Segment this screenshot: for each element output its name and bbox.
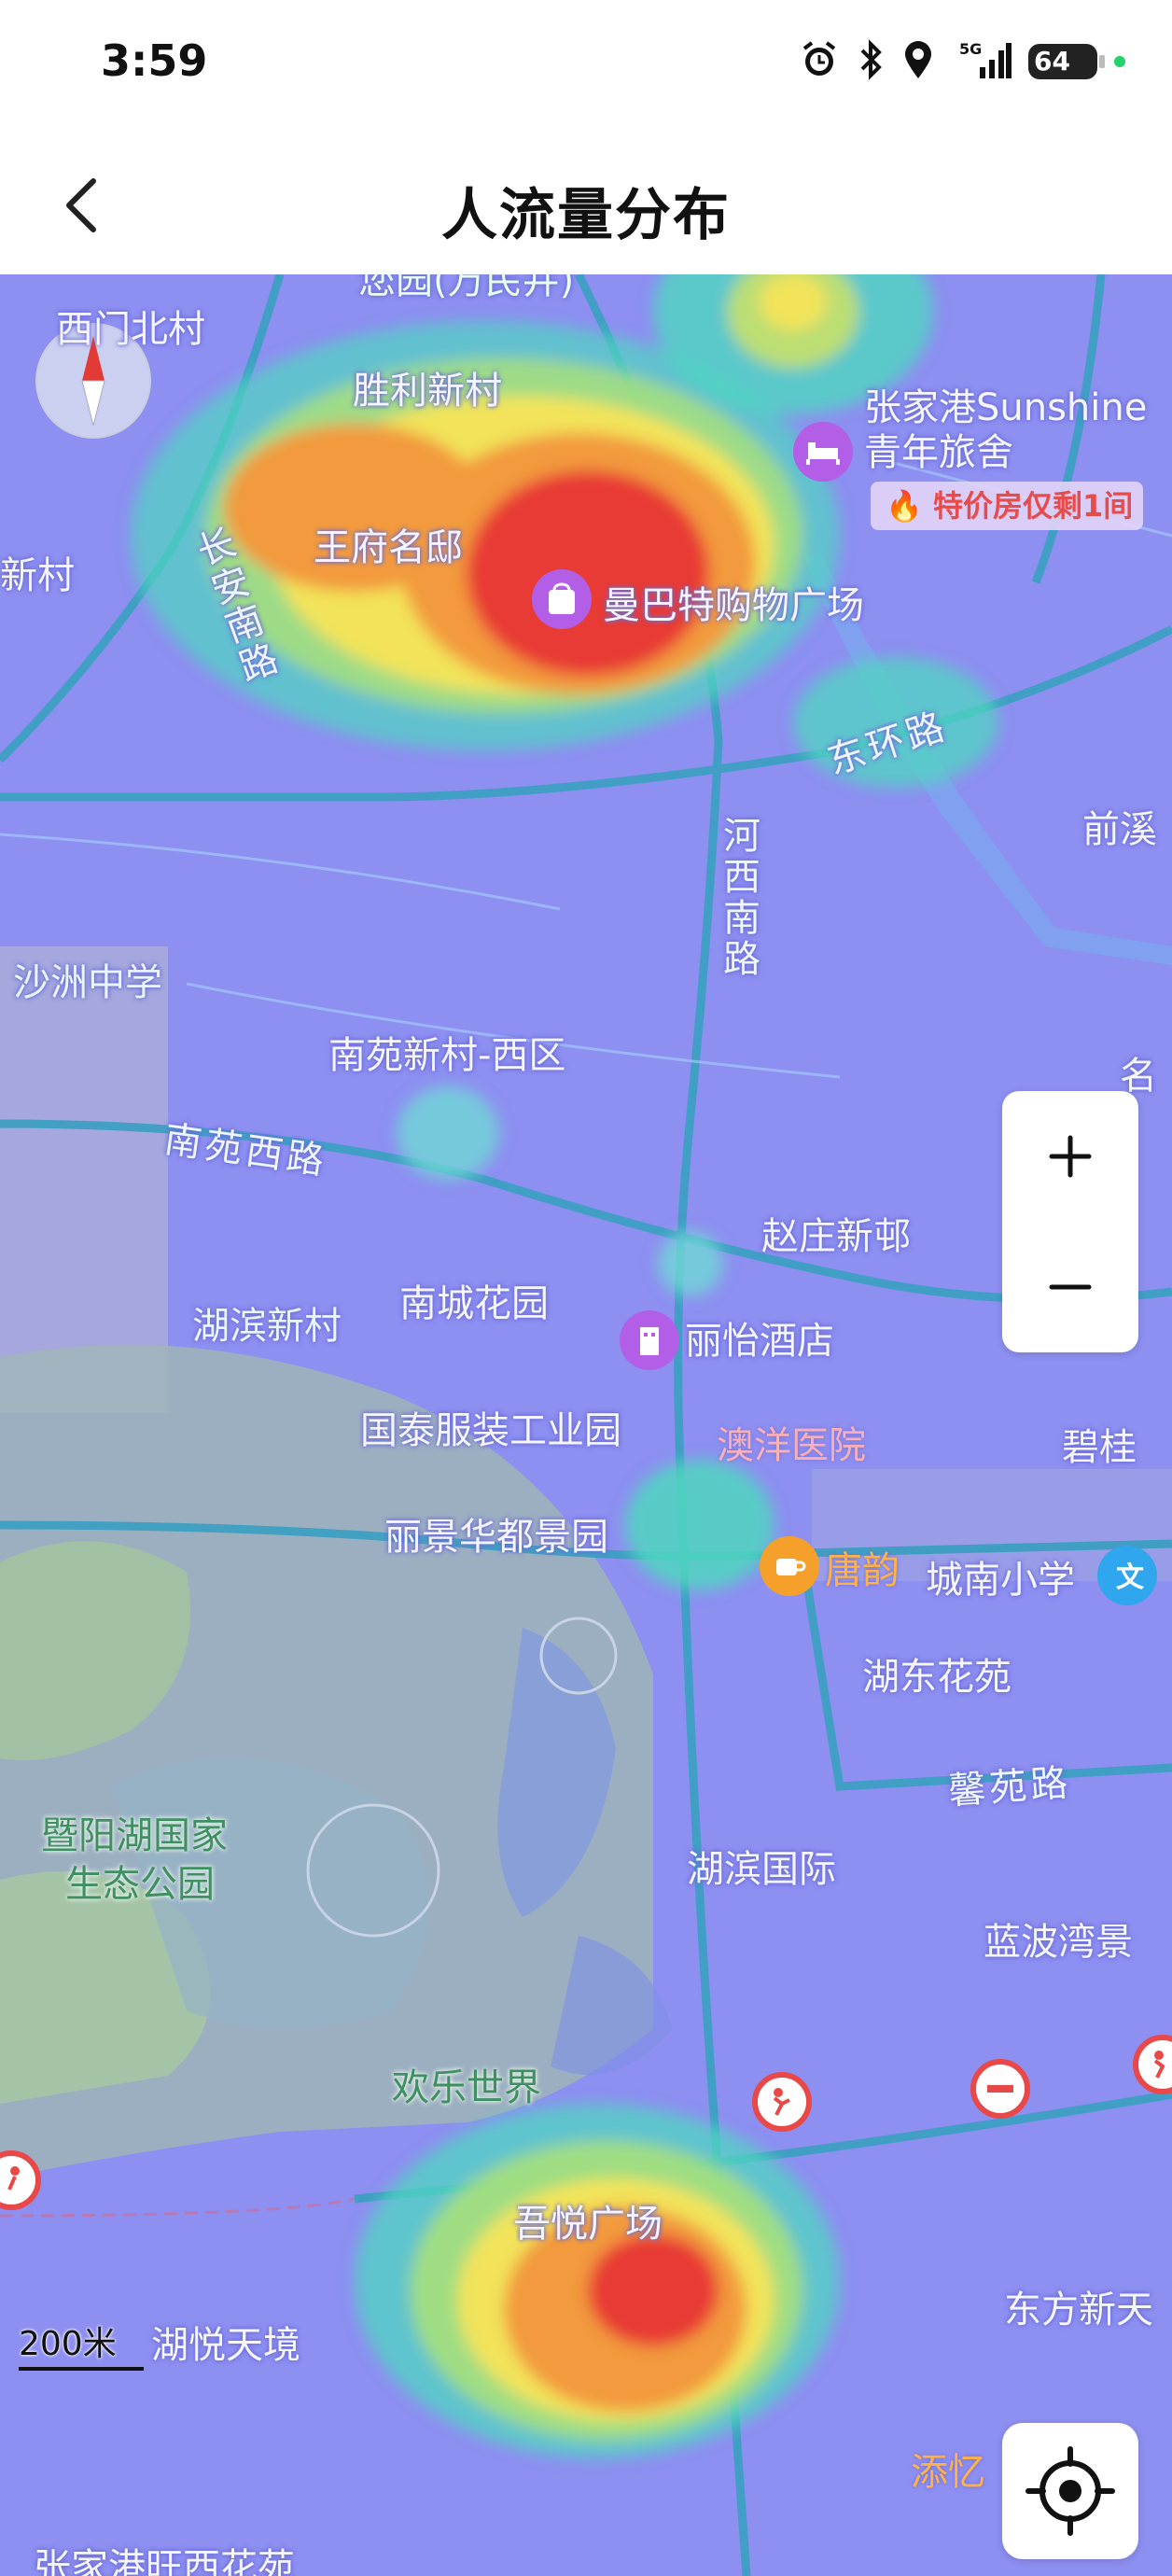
hotel-marker[interactable] (793, 422, 853, 482)
label-manbat: 曼巴特购物广场 (603, 584, 864, 627)
shopping-marker[interactable] (532, 569, 592, 629)
zoom-in-button[interactable] (1002, 1091, 1138, 1222)
building-icon (640, 1327, 659, 1355)
status-icons: 5G 64 (799, 39, 1125, 84)
cafe-marker[interactable] (760, 1536, 819, 1596)
promo-text: 特价房仅剩1间 (932, 488, 1134, 524)
nav-bar: 人流量分布 (0, 131, 1172, 274)
zoom-controls (1002, 1091, 1138, 1352)
heatmap-map[interactable]: 西门北村 您园(万民井) 胜利新村 张家港Sunshine 青年旅舍 🔥 特价房… (0, 274, 1172, 2576)
label-hostel-line2: 青年旅舍 (864, 431, 1013, 474)
label-chengnan: 城南小学 (926, 1559, 1075, 1602)
bluetooth-icon (857, 39, 885, 84)
construction-marker[interactable] (752, 2072, 812, 2132)
status-bar: 3:59 5G 64 (0, 0, 1172, 131)
construction-icon (773, 2088, 790, 2116)
label-wuyue: 吾悦广场 (513, 2203, 663, 2246)
promo-badge[interactable]: 🔥 特价房仅剩1间 (871, 482, 1143, 530)
scale-bar (19, 2367, 144, 2371)
map-scale: 200米 (19, 2317, 144, 2371)
hotel-marker-liyi[interactable] (620, 1310, 679, 1370)
label-hudong: 湖东花苑 (862, 1656, 1012, 1699)
label-nancheng: 南城花园 (399, 1282, 549, 1325)
zoom-out-button[interactable] (1002, 1222, 1138, 1352)
label-park-line2: 生态公园 (65, 1863, 215, 1906)
label-guotai: 国泰服装工业园 (360, 1409, 621, 1452)
label-nanyuan-west: 南苑新村-西区 (328, 1034, 566, 1077)
label-aoyang: 澳洋医院 (717, 1424, 866, 1467)
label-tianyi: 添忆 (911, 2451, 985, 2494)
label-hubin-guoji: 湖滨国际 (687, 1848, 836, 1891)
location-icon (901, 39, 935, 84)
bed-icon (806, 442, 840, 465)
label-hyue: 湖悦天境 (151, 2324, 300, 2367)
alarm-icon (799, 39, 840, 84)
signal-icon: 5G (952, 39, 1012, 84)
label-zhaozhuang: 赵庄新邨 (761, 1215, 911, 1258)
label-dongfang: 东方新天 (1004, 2289, 1153, 2331)
status-time: 3:59 (101, 35, 208, 86)
label-shengli: 胜利新村 (353, 370, 502, 413)
label-tangyun: 唐韵 (825, 1549, 900, 1592)
label-xinyuan-road: 馨苑路 (946, 1761, 1073, 1813)
label-liyi: 丽怡酒店 (685, 1320, 834, 1363)
locate-icon (1026, 2446, 1115, 2536)
page-title: 人流量分布 (441, 183, 731, 248)
label-hubin-xincun: 湖滨新村 (192, 1305, 342, 1348)
label-happy: 欢乐世界 (392, 2066, 541, 2109)
locate-button[interactable] (1002, 2423, 1138, 2559)
minus-icon (1049, 1284, 1092, 1290)
construction-marker-right[interactable] (1133, 2035, 1172, 2094)
construction-icon (1153, 2051, 1165, 2079)
plus-icon (1049, 1135, 1092, 1178)
school-marker[interactable]: 文 (1097, 1546, 1157, 1605)
scale-text: 200米 (19, 2325, 117, 2363)
shopping-bag-icon (549, 582, 575, 614)
label-lijing: 丽景华都景园 (384, 1516, 608, 1559)
svg-text:5G: 5G (959, 40, 982, 58)
label-lanbo: 蓝波湾景 (984, 1921, 1133, 1964)
label-bigui: 碧桂 (1062, 1426, 1137, 1469)
label-shazhou: 沙洲中学 (13, 961, 162, 1004)
label-bottom-left: 张家港旺西花苑 (34, 2546, 295, 2576)
fire-icon: 🔥 (886, 488, 923, 524)
label-qianxi: 前溪 (1082, 808, 1157, 851)
label-hexi-road: 河西南路 (717, 816, 760, 980)
cup-icon (776, 1559, 806, 1575)
label-wangfu: 王府名邸 (314, 526, 463, 569)
no-entry-icon (987, 2085, 1013, 2093)
privacy-dot (1114, 56, 1125, 67)
no-entry-marker[interactable] (970, 2059, 1030, 2119)
label-ximen: 西门北村 (56, 308, 205, 351)
label-suyuan: 您园(万民井) (358, 274, 575, 302)
label-park-line1: 暨阳湖国家 (41, 1814, 228, 1857)
construction-marker-left[interactable] (0, 2150, 41, 2210)
school-icon: 文 (1116, 1561, 1144, 1594)
svg-text:文: 文 (1116, 1561, 1144, 1594)
label-xincun-left: 新村 (0, 554, 75, 597)
construction-icon (7, 2166, 20, 2191)
battery-indicator: 64 (1028, 44, 1105, 79)
